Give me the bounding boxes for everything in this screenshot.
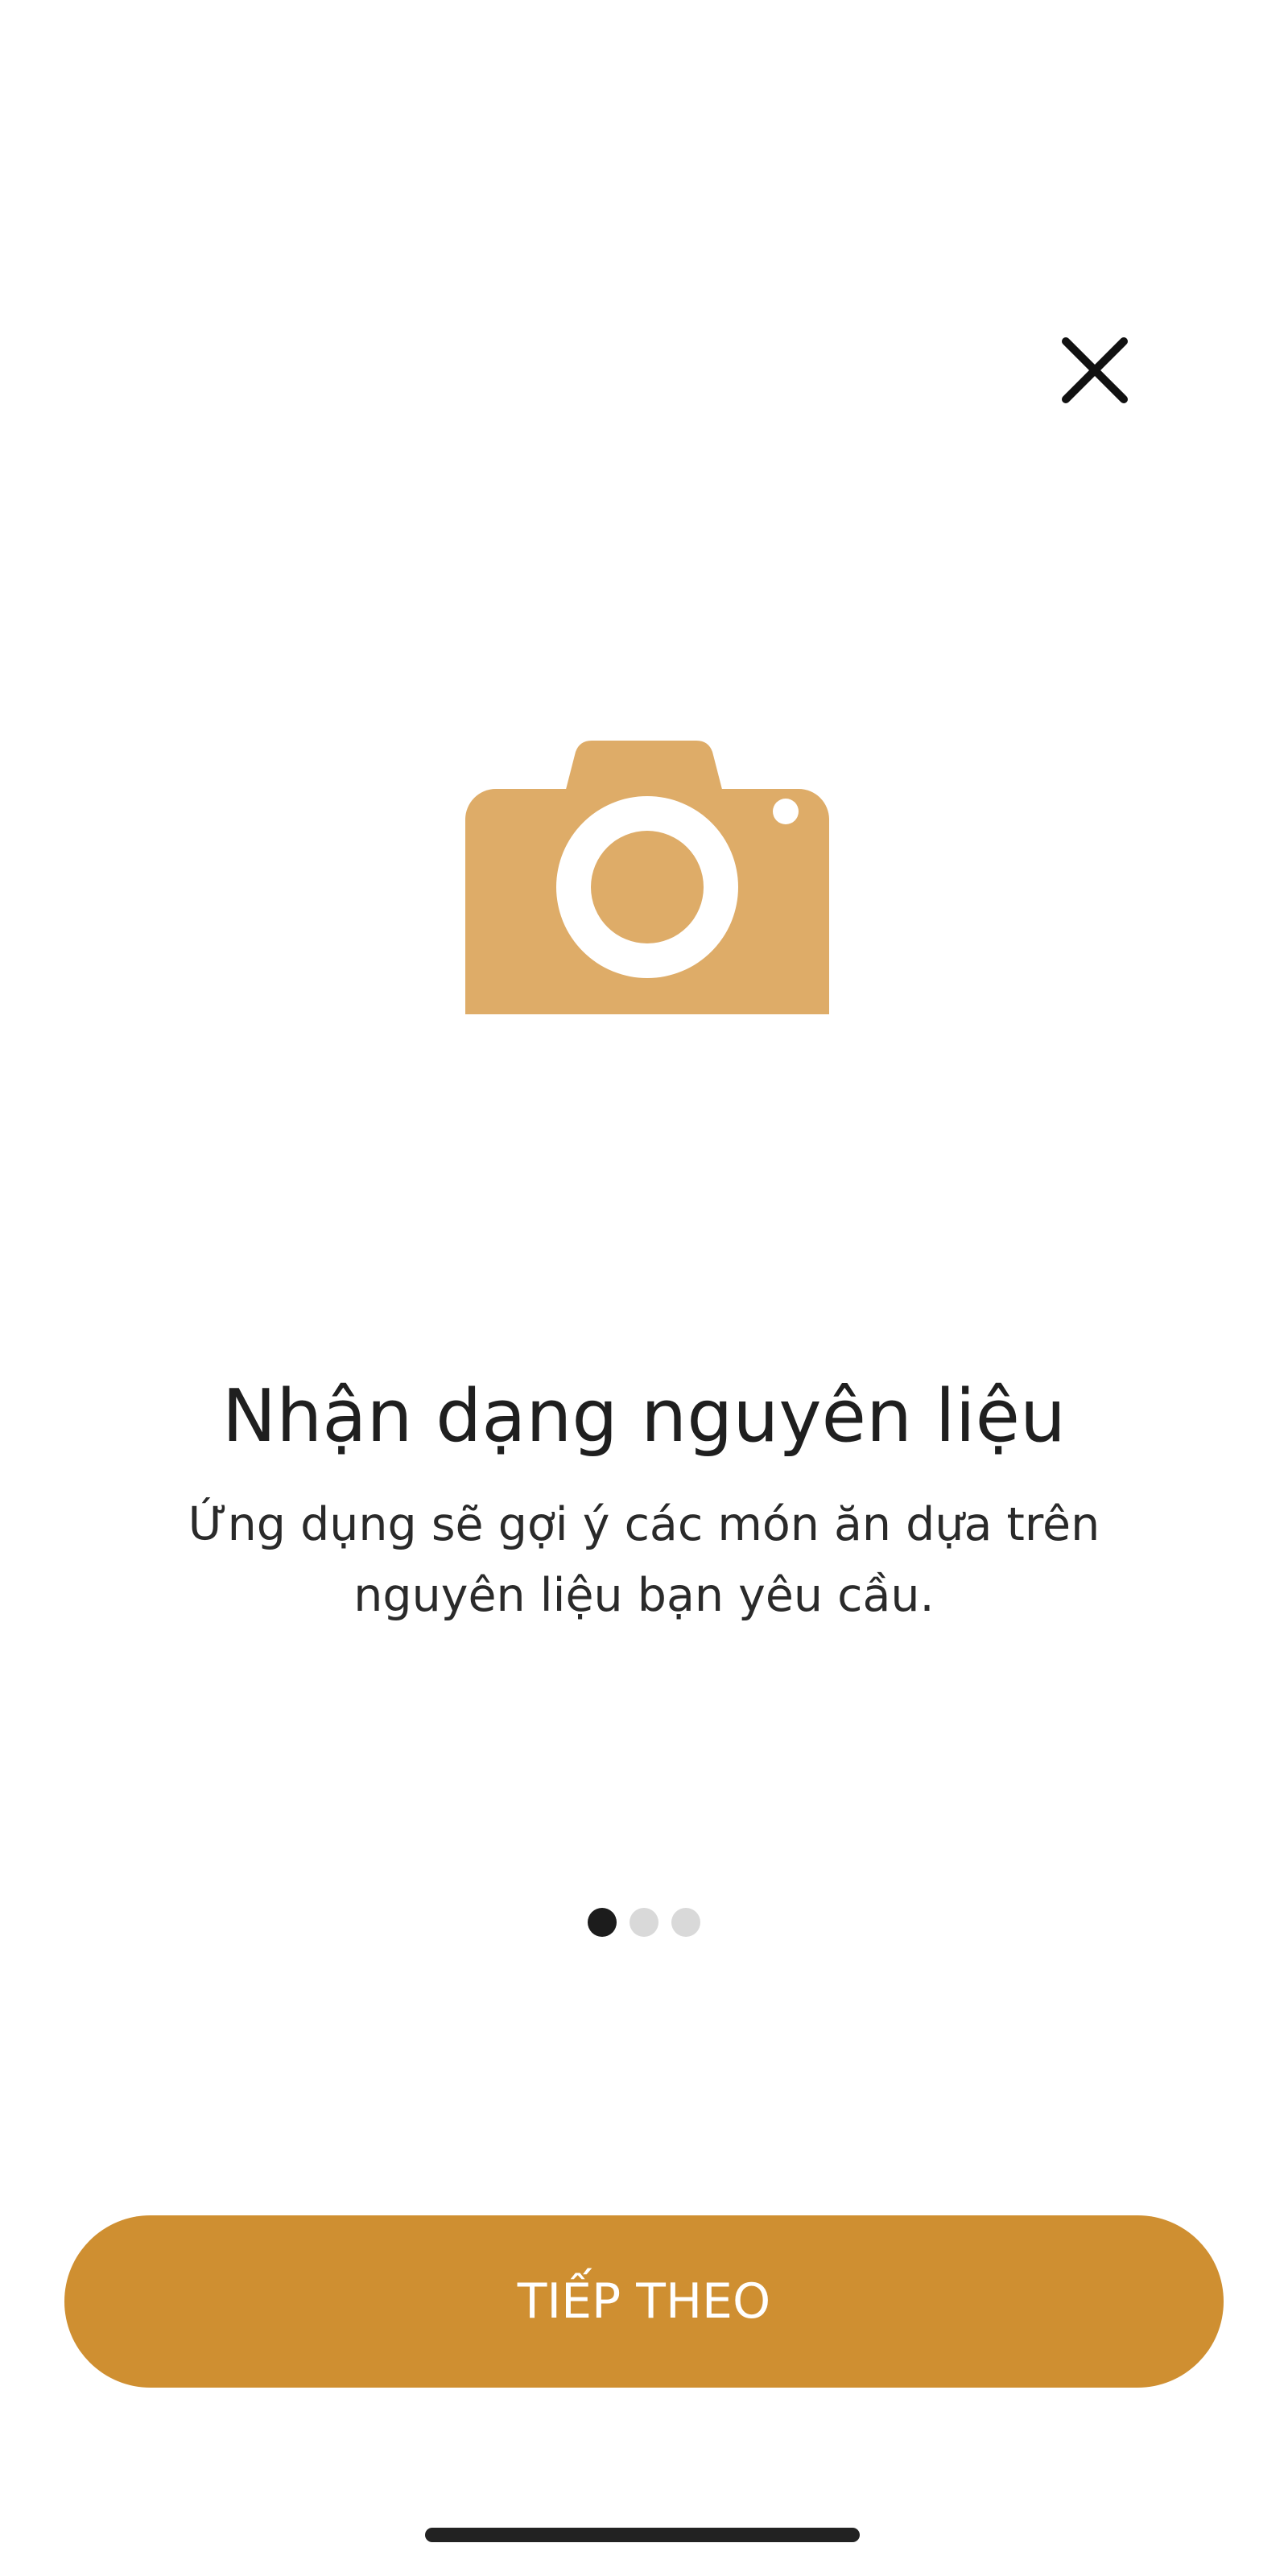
next-button-label: TIẾP THEO: [517, 2273, 771, 2330]
home-indicator[interactable]: [425, 2528, 860, 2542]
onboarding-screen: Nhận dạng nguyên liệu Ứng dụng sẽ gợi ý …: [0, 0, 1288, 2576]
close-button[interactable]: [1046, 322, 1143, 419]
page-dot-active: [588, 1908, 617, 1937]
page-dot: [671, 1908, 700, 1937]
page-dot: [630, 1908, 658, 1937]
close-icon: [1062, 337, 1128, 403]
camera-icon: [465, 741, 829, 1014]
page-indicator: [0, 1908, 1288, 1940]
page-description: Ứng dụng sẽ gợi ý các món ăn dựa trên ng…: [188, 1498, 1100, 1622]
hero-illustration: [451, 708, 837, 1014]
page-title: Nhận dạng nguyên liệu: [221, 1374, 1067, 1459]
next-button[interactable]: TIẾP THEO: [64, 2215, 1224, 2388]
